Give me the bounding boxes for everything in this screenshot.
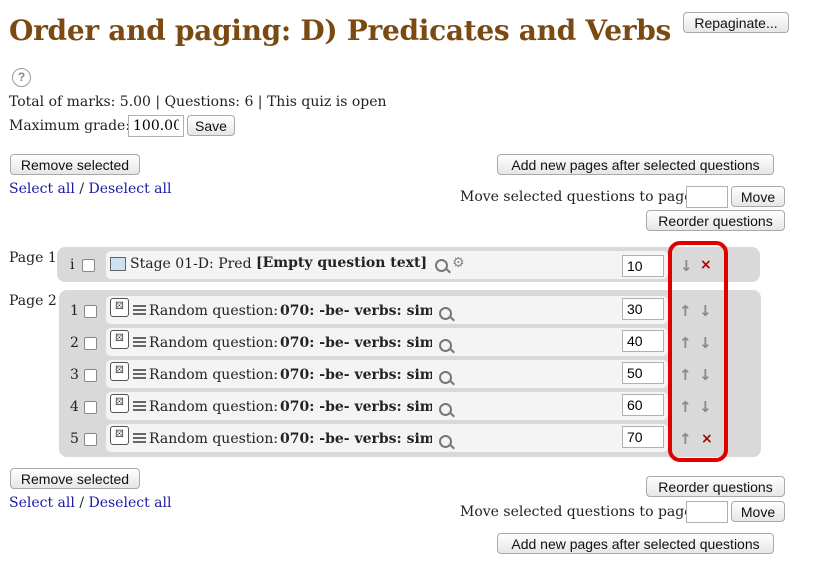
question-checkbox[interactable] [84, 369, 97, 382]
question-mark-input[interactable] [622, 330, 664, 352]
question-number: 2 [70, 335, 79, 351]
link-separator: / [79, 181, 85, 197]
highlight-box [668, 241, 728, 462]
preview-icon[interactable] [439, 339, 452, 352]
question-number: 4 [70, 399, 79, 415]
remove-selected-button-bottom[interactable]: Remove selected [10, 468, 140, 489]
question-text: 070: -be- verbs: sim [280, 303, 432, 319]
preview-icon[interactable] [439, 371, 452, 384]
question-type-label: Random question: [149, 431, 279, 447]
question-name: Stage 01-D: Predi [130, 256, 252, 272]
quiz-summary: Total of marks: 5.00 | Questions: 6 | Th… [9, 94, 387, 110]
preview-icon[interactable] [439, 435, 452, 448]
preview-icon[interactable] [439, 403, 452, 416]
move-to-page-label-top: Move selected questions to page: [460, 189, 698, 205]
preview-icon[interactable] [435, 259, 448, 272]
question-mark-input[interactable] [622, 426, 664, 448]
question-text: 070: -be- verbs: sim [280, 367, 432, 383]
question-number: 1 [70, 303, 79, 319]
list-icon [133, 305, 146, 316]
dice-icon: ⚄ [110, 330, 129, 349]
question-number: i [70, 257, 75, 273]
question-number: 5 [70, 431, 79, 447]
description-icon [110, 257, 126, 271]
question-mark-input[interactable] [622, 362, 664, 384]
question-type-label: Random question: [149, 399, 279, 415]
add-pages-button-bottom[interactable]: Add new pages after selected questions [497, 533, 774, 554]
deselect-all-link[interactable]: Deselect all [88, 181, 171, 197]
list-icon [133, 401, 146, 412]
max-grade-input[interactable] [128, 115, 184, 137]
select-all-link[interactable]: Select all [9, 181, 75, 197]
question-checkbox[interactable] [84, 433, 97, 446]
select-links-bottom: Select all / Deselect all [9, 495, 171, 511]
select-all-link[interactable]: Select all [9, 495, 75, 511]
question-text: 070: -be- verbs: sim [280, 335, 432, 351]
list-icon [133, 337, 146, 348]
dice-icon: ⚄ [110, 426, 129, 445]
move-page-input-bottom[interactable] [686, 501, 728, 523]
help-icon[interactable]: ? [12, 68, 31, 87]
move-button-bottom[interactable]: Move [731, 501, 785, 522]
question-number: 3 [70, 367, 79, 383]
page-2-label: Page 2 [9, 293, 57, 309]
question-checkbox[interactable] [82, 259, 95, 272]
max-grade-label: Maximum grade: [9, 118, 131, 134]
gear-icon[interactable]: ⚙ [452, 255, 465, 271]
move-to-page-label-bottom: Move selected questions to page: [460, 504, 698, 520]
link-separator: / [79, 495, 85, 511]
question-checkbox[interactable] [84, 401, 97, 414]
list-icon [133, 433, 146, 444]
reorder-button-bottom[interactable]: Reorder questions [646, 476, 785, 497]
page-title: Order and paging: D) Predicates and Verb… [9, 14, 671, 47]
deselect-all-link[interactable]: Deselect all [88, 495, 171, 511]
question-checkbox[interactable] [84, 305, 97, 318]
question-mark-input[interactable] [622, 255, 664, 277]
question-type-label: Random question: [149, 367, 279, 383]
preview-icon[interactable] [439, 307, 452, 320]
question-text: [Empty question text] [256, 255, 428, 271]
remove-selected-button-top[interactable]: Remove selected [10, 154, 140, 175]
list-icon [133, 369, 146, 380]
question-mark-input[interactable] [622, 394, 664, 416]
move-button-top[interactable]: Move [731, 186, 785, 207]
dice-icon: ⚄ [110, 298, 129, 317]
add-pages-button-top[interactable]: Add new pages after selected questions [497, 154, 774, 175]
question-text: 070: -be- verbs: sim [280, 431, 432, 447]
select-links-top: Select all / Deselect all [9, 181, 171, 197]
question-type-label: Random question: [149, 303, 279, 319]
reorder-button-top[interactable]: Reorder questions [646, 210, 785, 231]
save-button[interactable]: Save [187, 115, 235, 136]
question-type-label: Random question: [149, 335, 279, 351]
dice-icon: ⚄ [110, 394, 129, 413]
question-checkbox[interactable] [84, 337, 97, 350]
move-page-input-top[interactable] [686, 186, 728, 208]
dice-icon: ⚄ [110, 362, 129, 381]
question-text: 070: -be- verbs: sim [280, 399, 432, 415]
repaginate-button[interactable]: Repaginate... [683, 12, 789, 33]
question-mark-input[interactable] [622, 298, 664, 320]
page-1-label: Page 1 [9, 250, 57, 266]
